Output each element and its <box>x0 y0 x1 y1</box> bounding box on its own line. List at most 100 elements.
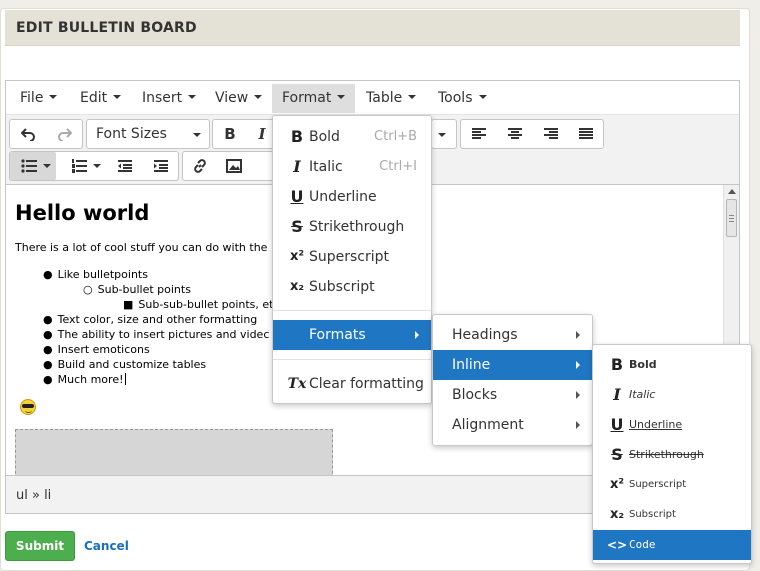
bullet-list-button[interactable] <box>10 152 56 180</box>
chevron-right-icon <box>576 421 580 429</box>
formats-headings-item[interactable]: Headings <box>433 320 592 350</box>
formats-inline-label: Inline <box>452 357 491 373</box>
menu-table-label: Table <box>366 90 403 106</box>
image-button[interactable] <box>217 152 251 180</box>
format-strikethrough-item[interactable]: S Strikethrough <box>273 212 431 242</box>
inline-underline-label: Underline <box>629 418 683 431</box>
strikethrough-icon: S <box>291 217 303 236</box>
format-bold-label: Bold <box>309 129 340 145</box>
scroll-thumb[interactable] <box>726 199 737 237</box>
underline-icon: U <box>610 415 624 434</box>
align-left-button[interactable] <box>461 120 497 148</box>
format-superscript-label: Superscript <box>309 249 390 265</box>
bold-button[interactable]: B <box>213 120 247 148</box>
align-center-button[interactable] <box>497 120 533 148</box>
font-sizes-select[interactable]: Font Sizes <box>86 119 210 149</box>
numbered-list-icon <box>72 159 87 173</box>
format-clear-item[interactable]: Tx Clear formatting <box>273 369 431 399</box>
align-right-button[interactable] <box>533 120 569 148</box>
inline-bold-item[interactable]: B Bold <box>593 350 751 380</box>
menu-insert[interactable]: Insert <box>132 84 206 113</box>
list-item: ● Insert emoticons <box>43 343 150 356</box>
italic-icon: I <box>613 385 621 404</box>
align-justify-button[interactable] <box>569 120 603 148</box>
numbered-list-button[interactable] <box>60 152 106 180</box>
menu-format[interactable]: Format <box>272 84 356 113</box>
code-icon: <> <box>607 538 628 552</box>
cancel-link[interactable]: Cancel <box>84 539 129 553</box>
format-bold-item[interactable]: B Bold Ctrl+B <box>273 122 431 152</box>
align-justify-icon <box>579 128 593 139</box>
more-dropdown[interactable] <box>431 119 457 149</box>
embedded-media-placeholder[interactable] <box>15 429 333 475</box>
text-cursor <box>124 373 126 385</box>
chevron-down-icon <box>43 164 51 168</box>
outdent-button[interactable] <box>108 152 142 180</box>
image-icon <box>226 159 242 173</box>
chevron-down-icon <box>113 95 122 99</box>
inline-underline-item[interactable]: U Underline <box>593 410 751 440</box>
inline-italic-item[interactable]: I Italic <box>593 380 751 410</box>
inline-code-label: Code <box>629 538 656 551</box>
menu-view[interactable]: View <box>205 84 272 113</box>
panel-title: EDIT BULLETIN BOARD <box>16 20 197 36</box>
element-path[interactable]: ul » li <box>16 488 51 503</box>
menu-divider <box>273 359 431 360</box>
format-italic-item[interactable]: I Italic Ctrl+I <box>273 152 431 182</box>
sunglasses-emoticon-icon <box>20 399 36 415</box>
chevron-down-icon <box>438 133 446 137</box>
inline-subscript-item[interactable]: x₂ Subscript <box>593 500 751 530</box>
formats-blocks-label: Blocks <box>452 387 498 403</box>
inline-superscript-label: Superscript <box>629 479 687 490</box>
redo-button[interactable] <box>47 120 83 148</box>
chevron-right-icon <box>576 391 580 399</box>
format-formats-item[interactable]: Formats <box>273 320 431 350</box>
formats-alignment-item[interactable]: Alignment <box>433 410 592 440</box>
link-button[interactable] <box>183 152 217 180</box>
inline-strikethrough-item[interactable]: S Strikethrough <box>593 440 751 470</box>
formats-inline-item[interactable]: Inline <box>433 350 592 380</box>
menu-table[interactable]: Table <box>356 84 426 113</box>
indent-icon <box>154 160 168 172</box>
undo-icon <box>20 128 35 142</box>
inline-submenu: B Bold I Italic U Underline S Strikethro… <box>592 344 752 564</box>
format-italic-shortcut: Ctrl+I <box>379 159 417 174</box>
align-right-icon <box>544 128 558 139</box>
list-item-text: Much more! <box>57 373 124 386</box>
chevron-down-icon <box>188 95 197 99</box>
undo-button[interactable] <box>10 120 46 148</box>
chevron-right-icon <box>415 331 419 339</box>
outdent-icon <box>118 160 132 172</box>
superscript-icon: x² <box>289 249 305 264</box>
style-group: B I <box>212 119 278 149</box>
menu-tools[interactable]: Tools <box>428 84 497 113</box>
format-underline-item[interactable]: U Underline <box>273 182 431 212</box>
inline-subscript-label: Subscript <box>629 509 676 520</box>
align-left-icon <box>472 128 486 139</box>
superscript-icon: x² <box>609 477 625 492</box>
list-item: ● Text color, size and other formatting <box>43 313 258 326</box>
menu-tools-label: Tools <box>438 90 473 106</box>
menu-file[interactable]: File <box>10 84 67 113</box>
list-item: ● The ability to insert pictures and vide… <box>43 328 270 341</box>
list-item-text: Insert emoticons <box>57 343 150 356</box>
inline-superscript-item[interactable]: x² Superscript <box>593 470 751 500</box>
bold-icon: B <box>290 127 304 146</box>
inline-code-item[interactable]: <> Code <box>593 530 751 560</box>
panel-header: EDIT BULLETIN BOARD <box>5 10 740 46</box>
formats-alignment-label: Alignment <box>452 417 524 433</box>
formats-blocks-item[interactable]: Blocks <box>433 380 592 410</box>
inline-bold-label: Bold <box>629 358 657 371</box>
inline-italic-label: Italic <box>629 388 656 401</box>
scroll-up-arrow-icon[interactable] <box>728 189 736 194</box>
formats-headings-label: Headings <box>452 327 518 343</box>
indent-button[interactable] <box>144 152 178 180</box>
content-paragraph: There is a lot of cool stuff you can do … <box>15 241 268 254</box>
format-subscript-item[interactable]: x₂ Subscript <box>273 272 431 302</box>
chevron-down-icon <box>93 164 101 168</box>
menu-edit[interactable]: Edit <box>70 84 131 113</box>
list-item-text: Sub-sub-bullet points, et <box>138 298 274 311</box>
list-item-text: Sub-bullet points <box>97 283 191 296</box>
format-superscript-item[interactable]: x² Superscript <box>273 242 431 272</box>
submit-button[interactable]: Submit <box>5 531 75 561</box>
